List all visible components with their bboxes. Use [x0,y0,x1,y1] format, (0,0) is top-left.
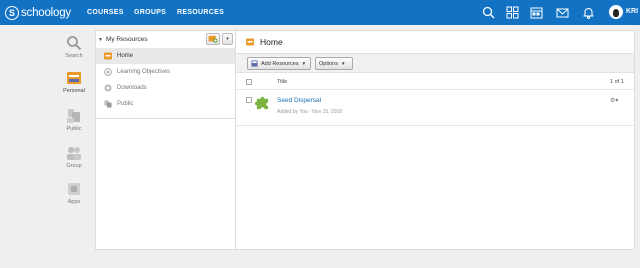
add-resources-button[interactable]: Add Resources ▼ [247,57,311,70]
group-icon [67,147,81,160]
column-header-title[interactable]: Title [277,79,287,85]
tree-item-label: Learning Objectives [117,69,171,75]
options-button[interactable]: Options ▼ [315,57,353,70]
rail-apps[interactable]: Apps [51,181,97,205]
rail-public-label: Public [66,126,82,132]
add-resources-label: Add Resources [261,60,299,67]
learning-objectives-icon [104,68,112,76]
resource-title-link[interactable]: Seed Dispersal [277,97,321,104]
calendar-icon[interactable] [530,6,543,19]
apps-grid-icon[interactable] [506,6,519,19]
tree-item-label: Home [117,53,134,59]
public-library-icon [67,109,80,123]
rail-search-label: Search [65,53,83,59]
chevron-down-icon: ▼ [301,61,307,66]
tree-divider [96,118,235,119]
page-title-text: Home [260,37,283,47]
page-title: Home [246,37,283,47]
mail-icon[interactable] [556,6,569,19]
add-folder-icon [208,35,218,43]
nav-courses[interactable]: COURSES [87,9,124,16]
tree-item-downloads[interactable]: Downloads [96,80,235,96]
rail-personal-label: Personal [63,88,85,94]
user-name[interactable]: KRI [626,8,638,15]
gear-icon[interactable]: ⚙▾ [610,97,622,104]
rail-group[interactable]: Group [51,145,97,169]
rail-group-label: Group [66,163,82,169]
tree-item-label: Public [117,101,134,107]
downloads-icon [104,84,112,92]
apps-icon [68,183,80,195]
resources-main-panel: Home Add Resources ▼ Options ▼ Title 1 o… [235,30,635,250]
search-icon [67,36,82,51]
folder-icon [104,52,112,60]
resources-tree-panel: ▼ My Resources ▾ Home Learning Objective… [95,30,235,250]
rail-personal[interactable]: Personal [51,70,97,94]
row-divider [236,125,634,126]
top-nav-bar: S schoology COURSES GROUPS RESOURCES KRI [0,0,640,25]
logo-text: schoology [21,6,71,19]
rail-public[interactable]: Public [51,108,97,132]
puzzle-piece-icon [255,96,269,110]
pagination-text: 1 of 1 [610,79,624,85]
row-divider [236,89,634,90]
schoology-logo[interactable]: S schoology [5,5,71,20]
folder-icon [246,38,254,46]
select-all-checkbox[interactable] [246,79,252,85]
rail-apps-label: Apps [67,199,81,205]
notifications-icon[interactable] [582,6,595,19]
add-collection-button[interactable] [206,33,220,45]
nav-resources[interactable]: RESOURCES [177,9,224,16]
rail-search[interactable]: Search [51,35,97,59]
tree-item-learning-objectives[interactable]: Learning Objectives [96,64,235,80]
tree-item-label: Downloads [117,85,147,91]
resources-toolbar: Add Resources ▼ Options ▼ [236,53,634,73]
chevron-down-icon: ▼ [340,61,346,66]
options-label: Options [319,60,338,67]
user-avatar[interactable] [609,5,623,19]
logo-mark: S [5,5,19,20]
collapse-caret-icon[interactable]: ▼ [98,37,103,43]
collection-options-dropdown[interactable]: ▾ [222,33,233,45]
nav-groups[interactable]: GROUPS [134,9,166,16]
search-icon[interactable] [482,6,495,19]
resource-meta: Added by You · Nov 15, 2018 [277,109,343,115]
my-resources-label: My Resources [105,36,148,43]
tree-item-home[interactable]: Home [96,48,235,64]
public-icon [104,100,112,108]
add-resources-icon [251,60,258,67]
personal-library-icon [67,72,81,84]
row-checkbox[interactable] [246,97,252,103]
tree-item-public[interactable]: Public [96,96,235,112]
